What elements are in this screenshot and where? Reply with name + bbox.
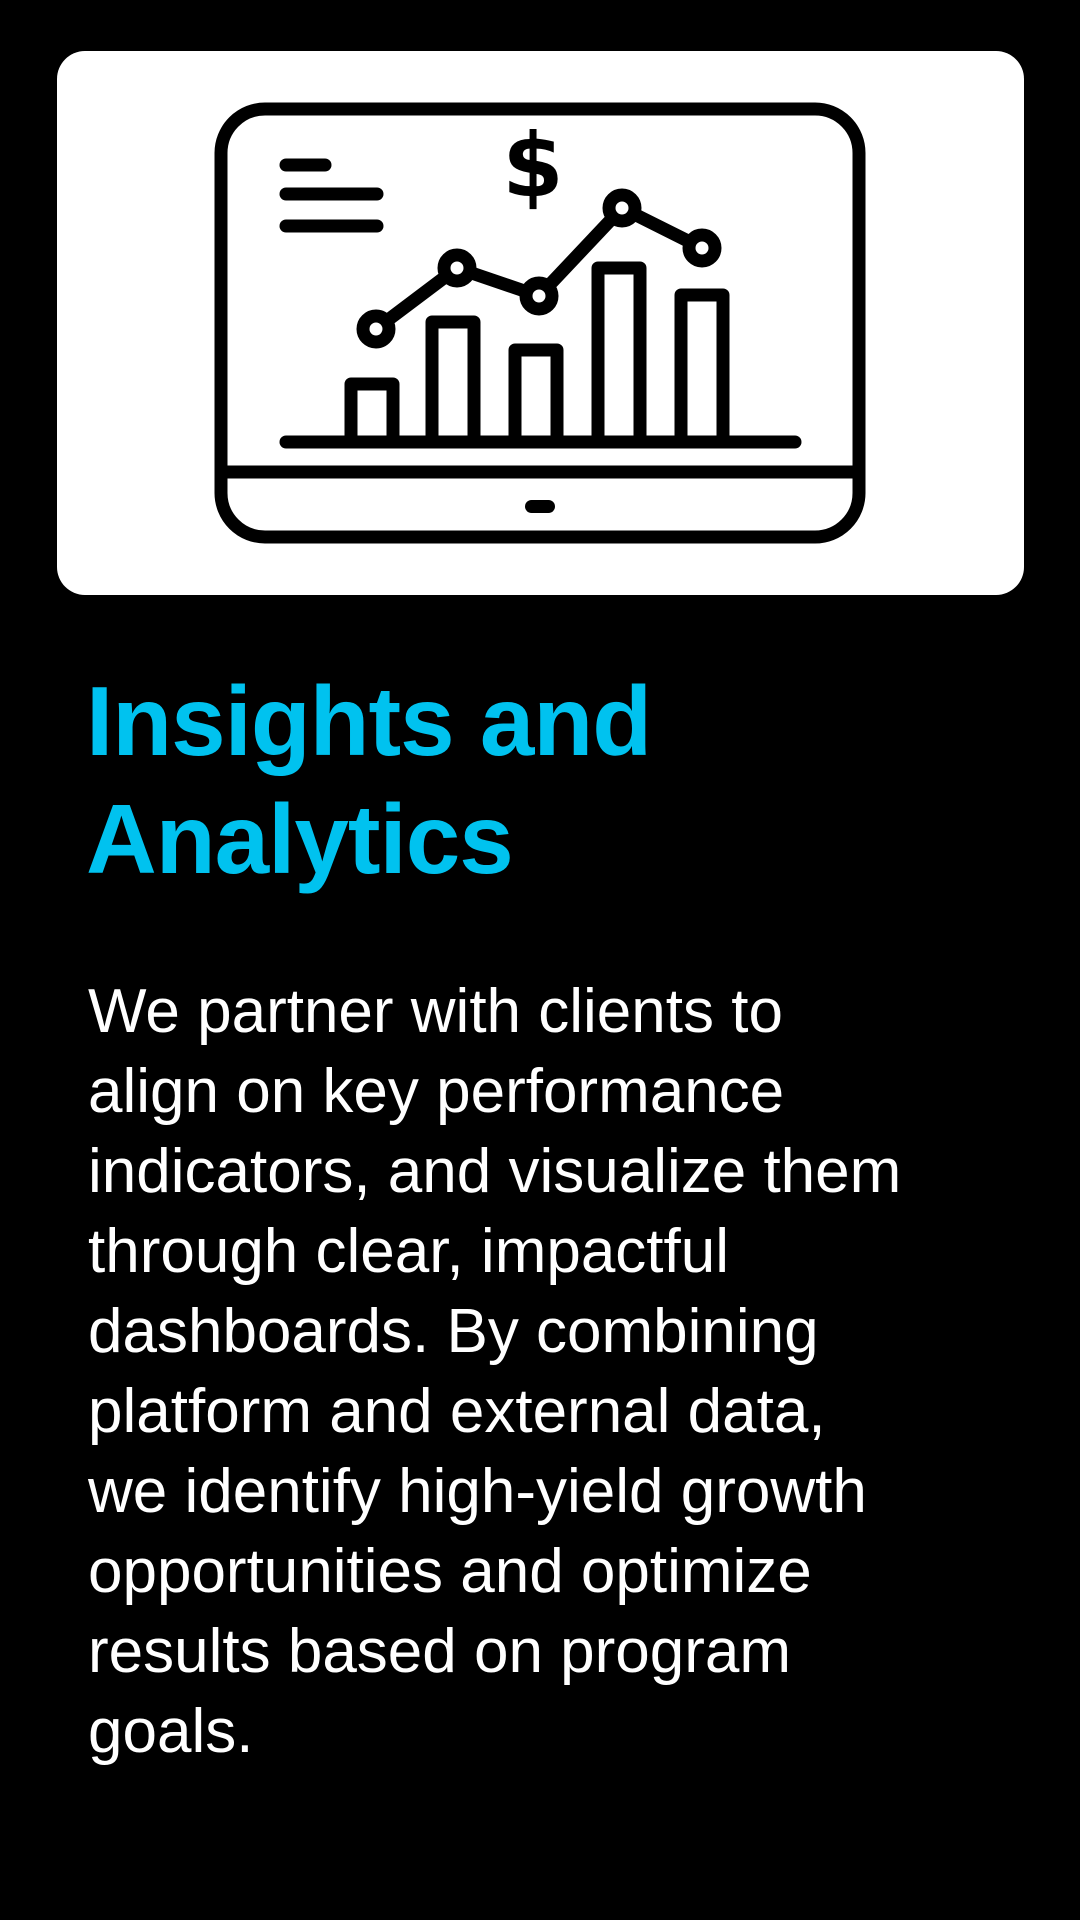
chart-bar-4 — [591, 261, 647, 449]
chart-point — [519, 276, 559, 316]
monitor-home-button — [525, 500, 555, 513]
chart-bar-3 — [508, 343, 564, 449]
chart-point — [602, 188, 642, 228]
description-line: results based on program — [88, 1617, 792, 1686]
analytics-dashboard-monitor-icon: $ — [214, 102, 866, 544]
description-line: opportunities and optimize — [88, 1537, 812, 1606]
description-line: through clear, impactful — [88, 1217, 730, 1286]
chart-point — [682, 228, 722, 268]
description-line: we identify high-yield growth — [88, 1457, 867, 1526]
chart-point — [437, 248, 477, 288]
description-line: dashboards. By combining — [88, 1297, 819, 1366]
illustration-card: $ — [57, 51, 1024, 595]
title-line: Analytics — [86, 784, 514, 894]
description-line: goals. — [88, 1697, 254, 1766]
chart-point — [356, 309, 396, 349]
description-line: align on key performance — [88, 1057, 785, 1126]
dollar-icon: $ — [502, 114, 563, 217]
description-line: We partner with clients to — [88, 977, 783, 1046]
page-title: Insights and Analytics — [86, 662, 1006, 898]
chart-bar-2 — [425, 315, 481, 449]
chart-bar-5 — [674, 288, 730, 449]
title-line: Insights and — [86, 666, 652, 776]
chart-bar-1 — [344, 377, 400, 449]
description-paragraph: We partner with clients to align on key … — [88, 972, 1048, 1772]
description-line: platform and external data, — [88, 1377, 826, 1446]
description-line: indicators, and visualize them — [88, 1137, 902, 1206]
